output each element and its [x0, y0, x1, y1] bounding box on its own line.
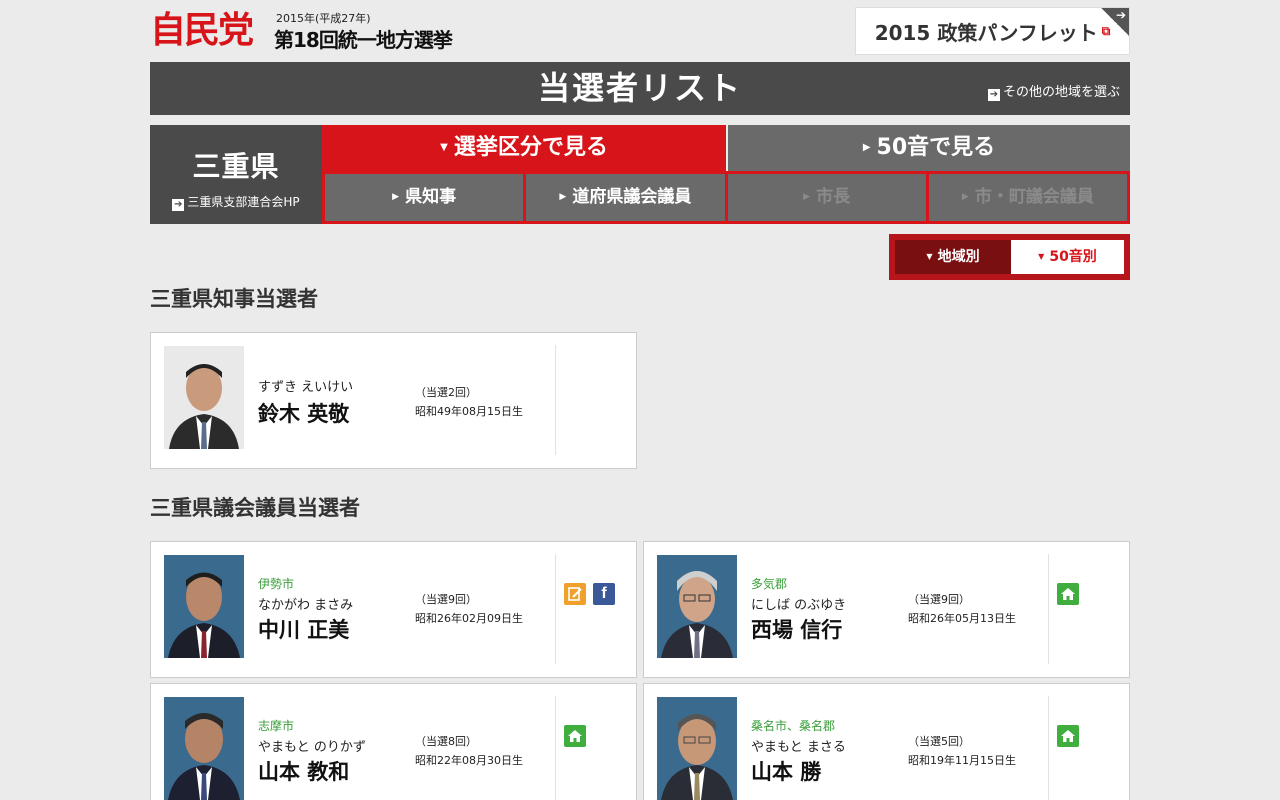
candidate-links [1057, 583, 1079, 605]
tab-by-kana[interactable]: ▶ 50音で見る [728, 125, 1130, 171]
times-elected: （当選8回） [415, 733, 477, 749]
subnav-label: 県知事 [405, 187, 456, 207]
prefecture-hp-label: 三重県支部連合会HP [187, 195, 299, 209]
birth-date: 昭和19年11月15日生 [908, 752, 1016, 768]
times-elected: （当選9回） [415, 591, 477, 607]
triangle-right-icon: ▶ [863, 142, 871, 153]
election-title: 第18回統一地方選挙 [274, 24, 452, 53]
subnav-label: 道府県議会議員 [572, 187, 691, 207]
candidate-kana: にしば のぶゆき [751, 594, 846, 613]
subnav-pref-assembly[interactable]: ▶ 道府県議会議員 [526, 174, 724, 221]
triangle-right-icon: ▶ [559, 192, 566, 202]
arrow-icon: ➔ [172, 199, 184, 211]
candidate-card[interactable]: 志摩市 やまもと のりかず 山本 教和 （当選8回） 昭和22年08月30日生 [150, 683, 637, 800]
times-elected: （当選9回） [908, 591, 970, 607]
candidate-photo [164, 555, 244, 658]
sort-by-region-button[interactable]: ▼ 地域別 [895, 240, 1011, 274]
facebook-icon[interactable]: f [593, 583, 615, 605]
candidate-kana: やまもと まさる [751, 736, 846, 755]
prefecture-hp-link[interactable]: ➔三重県支部連合会HP [150, 193, 322, 211]
triangle-down-icon: ▼ [1038, 252, 1044, 261]
sort-by-kana-button[interactable]: ▼ 50音別 [1011, 240, 1124, 274]
divider [555, 554, 556, 664]
divider [555, 345, 556, 455]
triangle-down-icon: ▼ [440, 142, 448, 153]
sort-label: 地域別 [938, 249, 980, 265]
section-title-assembly: 三重県議会議員当選者 [150, 492, 360, 522]
divider [555, 696, 556, 800]
candidate-card[interactable]: 伊勢市 なかがわ まさみ 中川 正美 （当選9回） 昭和26年02月09日生 f [150, 541, 637, 678]
subnav-mayor: ▶ 市長 [728, 174, 926, 221]
arrow-icon: ➔ [988, 89, 1000, 101]
section-title-governor: 三重県知事当選者 [150, 283, 318, 313]
candidate-region: 志摩市 [258, 717, 294, 734]
candidate-links [564, 725, 586, 747]
candidate-kana: なかがわ まさみ [258, 594, 353, 613]
candidate-name: 西場 信行 [751, 614, 842, 644]
corner-arrow-icon: ➔ [1101, 8, 1129, 36]
subnav-governor[interactable]: ▶ 県知事 [325, 174, 523, 221]
home-icon[interactable] [564, 725, 586, 747]
tab-by-kana-label: 50音で見る [877, 135, 996, 160]
candidate-name: 鈴木 英敬 [258, 398, 349, 428]
triangle-right-icon: ▶ [803, 192, 810, 202]
birth-date: 昭和22年08月30日生 [415, 752, 523, 768]
times-elected: （当選5回） [908, 733, 970, 749]
candidate-photo [657, 555, 737, 658]
candidate-photo [657, 697, 737, 800]
candidate-region: 多気郡 [751, 575, 787, 592]
candidate-card[interactable]: 桑名市、桑名郡 やまもと まさる 山本 勝 （当選5回） 昭和19年11月15日… [643, 683, 1130, 800]
subnav-label: 市長 [816, 187, 850, 207]
candidate-region: 桑名市、桑名郡 [751, 717, 835, 734]
other-region-link[interactable]: ➔その他の地域を選ぶ [988, 81, 1120, 101]
divider [1048, 696, 1049, 800]
prefecture-box: 三重県 ➔三重県支部連合会HP [150, 125, 322, 224]
triangle-right-icon: ▶ [392, 192, 399, 202]
candidate-kana: やまもと のりかず [258, 736, 366, 755]
ldp-logo[interactable]: 自民党 [150, 12, 252, 50]
subnav-label: 市・町議会議員 [975, 187, 1094, 207]
candidate-kana: すずき えいけい [258, 376, 353, 395]
candidate-links: f [564, 583, 615, 605]
divider [1048, 554, 1049, 664]
sort-label: 50音別 [1049, 249, 1096, 265]
page-title: 当選者リスト [150, 62, 1130, 115]
candidate-name: 山本 教和 [258, 756, 349, 786]
home-icon[interactable] [1057, 583, 1079, 605]
other-region-label: その他の地域を選ぶ [1003, 85, 1120, 100]
candidate-photo [164, 697, 244, 800]
birth-date: 昭和26年05月13日生 [908, 610, 1016, 626]
candidate-links [1057, 725, 1079, 747]
sort-toggle: ▼ 地域別 ▼ 50音別 [889, 234, 1130, 280]
pamphlet-label: 2015 政策パンフレット [875, 17, 1098, 46]
candidate-name: 中川 正美 [258, 614, 349, 644]
policy-pamphlet-link[interactable]: 2015 政策パンフレット ⧉ ➔ [855, 7, 1130, 55]
tab-by-category-label: 選挙区分で見る [454, 135, 608, 160]
subnav-city-assembly: ▶ 市・町議会議員 [929, 174, 1127, 221]
candidate-name: 山本 勝 [751, 756, 821, 786]
birth-date: 昭和49年08月15日生 [415, 403, 523, 419]
times-elected: （当選2回） [415, 384, 477, 400]
sub-navigation: ▶ 県知事 ▶ 道府県議会議員 ▶ 市長 ▶ 市・町議会議員 [322, 171, 1130, 224]
home-icon[interactable] [1057, 725, 1079, 747]
birth-date: 昭和26年02月09日生 [415, 610, 523, 626]
prefecture-name: 三重県 [150, 145, 322, 185]
candidate-region: 伊勢市 [258, 575, 294, 592]
tab-by-category[interactable]: ▼ 選挙区分で見る [322, 125, 726, 171]
candidate-card[interactable]: 多気郡 にしば のぶゆき 西場 信行 （当選9回） 昭和26年05月13日生 [643, 541, 1130, 678]
triangle-right-icon: ▶ [962, 192, 969, 202]
candidate-card[interactable]: すずき えいけい 鈴木 英敬 （当選2回） 昭和49年08月15日生 [150, 332, 637, 469]
candidate-photo [164, 346, 244, 449]
triangle-down-icon: ▼ [926, 252, 932, 261]
title-bar: 当選者リスト ➔その他の地域を選ぶ [150, 62, 1130, 115]
blog-icon[interactable] [564, 583, 586, 605]
